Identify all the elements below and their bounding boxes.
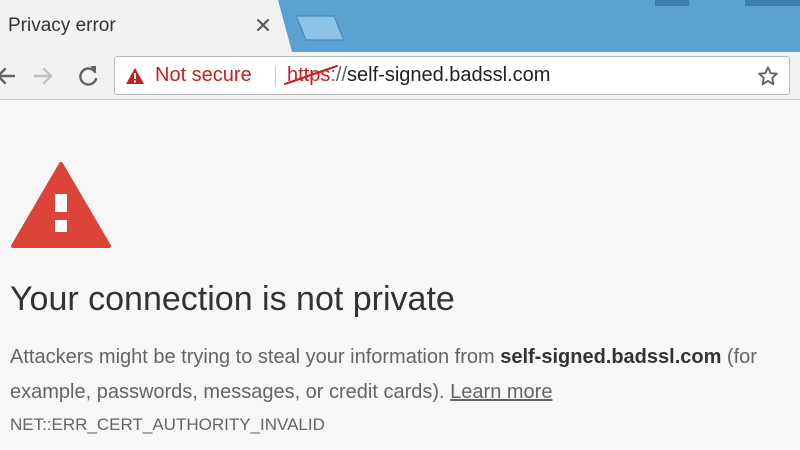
warning-triangle-icon [126, 67, 144, 84]
reload-icon [79, 66, 98, 86]
explanation-prefix: Attackers might be trying to steal your … [10, 346, 501, 368]
error-code: NET::ERR_CERT_AUTHORITY_INVALID [10, 415, 325, 434]
forward-button[interactable] [30, 62, 58, 90]
privacy-error-page: Your connection is not private Attackers… [0, 100, 800, 450]
new-tab-icon [294, 15, 346, 41]
warning-triangle-icon [11, 162, 111, 248]
url-host: self-signed.badssl.com [347, 64, 551, 86]
star-icon [758, 66, 778, 86]
tab-title: Privacy error [8, 15, 116, 36]
address-bar[interactable]: Not secure https :// self-signed.badssl.… [114, 56, 790, 95]
not-secure-label: Not secure [155, 64, 252, 86]
tab-strip: Privacy error [0, 0, 800, 52]
new-tab-button[interactable] [294, 14, 346, 42]
omnibox-divider [275, 66, 276, 86]
back-arrow-icon [0, 67, 16, 85]
browser-window: Privacy error Not secure:// self-signed… [0, 0, 800, 450]
tab-privacy-error[interactable]: Privacy error [0, 0, 292, 52]
explanation-text: Attackers might be trying to steal your … [10, 340, 800, 410]
explanation-host: self-signed.badssl.com [500, 346, 722, 368]
security-indicator[interactable]: Not secure [125, 57, 252, 94]
back-button[interactable] [0, 62, 20, 90]
reload-button[interactable] [74, 62, 102, 90]
url-text[interactable]: https :// self-signed.badssl.com [283, 57, 551, 94]
titlebar-decoration [655, 0, 689, 6]
close-icon [257, 19, 269, 31]
url-scheme: https [283, 64, 339, 87]
titlebar-decoration [745, 0, 800, 6]
bookmark-button[interactable] [757, 65, 779, 87]
learn-more-link[interactable]: Learn more [450, 381, 552, 403]
tab-close-button[interactable] [253, 15, 273, 35]
page-title: Your connection is not private [10, 280, 455, 318]
toolbar: Not secure https :// self-signed.badssl.… [0, 52, 800, 100]
strikethrough-icon [283, 64, 339, 86]
forward-arrow-icon [33, 67, 53, 85]
